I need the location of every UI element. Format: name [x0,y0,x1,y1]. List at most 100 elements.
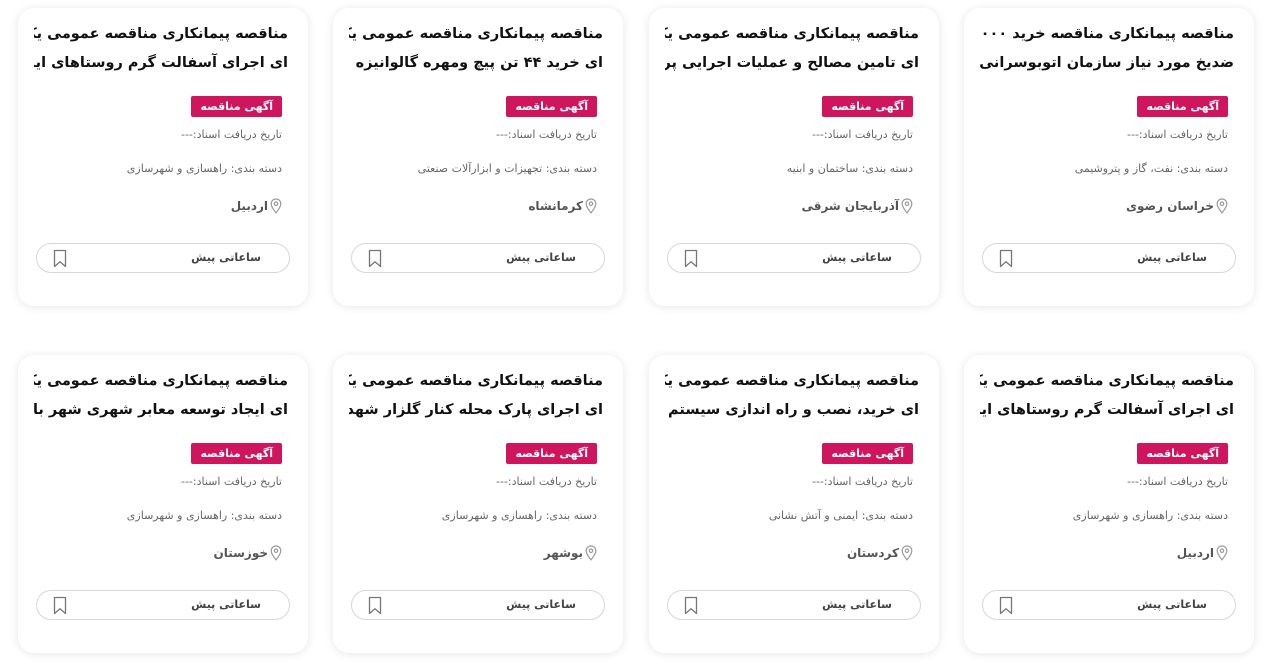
posted-time: ساعاتی پیش [1137,251,1207,264]
tender-type-badge: آگهی مناقصه [822,443,913,464]
card-title-line-2: ای اجرای پارک محله کنار گلزار شهدا طبق [349,402,603,418]
card-title-line-2: ضدیخ مورد نیاز سازمان اتوبوسرانی [980,55,1234,71]
card-title-line-1: مناقصه پیمانکاری مناقصه عمومی یک مرحله [665,26,919,42]
tender-type-badge: آگهی مناقصه [506,96,597,117]
card-footer: ساعاتی پیش [351,243,605,273]
bookmark-icon[interactable] [999,596,1013,615]
category-label: دسته بندی: راهسازی و شهرسازی [1072,509,1228,522]
bookmark-icon[interactable] [368,249,382,268]
bookmark-icon[interactable] [53,596,67,615]
card-title-line-1: مناقصه پیمانکاری مناقصه خرید ۱۰۰،۰۰۰ لیت… [980,26,1234,42]
tender-type-badge: آگهی مناقصه [506,443,597,464]
tender-card[interactable]: مناقصه پیمانکاری مناقصه عمومی یک مرحله ا… [18,355,308,653]
bookmark-icon[interactable] [368,596,382,615]
card-title[interactable]: مناقصه پیمانکاری مناقصه عمومی یک مرحله ا… [349,367,603,425]
category-label: دسته بندی: نفت، گاز و پتروشیمی [1074,162,1228,175]
card-title-line-2: ای خرید ۴۴ تن پیچ ومهره گالوانیزه [355,55,603,71]
location-row: آذربایجان شرقی [801,198,913,214]
tender-card[interactable]: مناقصه پیمانکاری مناقصه عمومی یک مرحله ا… [649,355,939,653]
category-label: دسته بندی: ایمنی و آتش نشانی [768,509,913,522]
category-label: دسته بندی: راهسازی و شهرسازی [126,162,282,175]
tender-card[interactable]: مناقصه پیمانکاری مناقصه خرید ۱۰۰،۰۰۰ لیت… [964,8,1254,306]
tender-type-badge: آگهی مناقصه [1137,443,1228,464]
bookmark-icon[interactable] [53,249,67,268]
tender-card-grid: مناقصه پیمانکاری مناقصه خرید ۱۰۰،۰۰۰ لیت… [0,0,1268,670]
card-footer: ساعاتی پیش [982,590,1236,620]
map-pin-icon [585,198,597,214]
posted-time: ساعاتی پیش [822,251,892,264]
card-footer: ساعاتی پیش [982,243,1236,273]
map-pin-icon [270,545,282,561]
document-date: تاریخ دریافت اسناد:--- [1126,475,1228,488]
tender-type-badge: آگهی مناقصه [822,96,913,117]
bookmark-icon[interactable] [684,249,698,268]
document-date: تاریخ دریافت اسناد:--- [180,475,282,488]
location-row: کردستان [847,545,913,561]
map-pin-icon [270,198,282,214]
location-row: خراسان رضوی [1126,198,1228,214]
card-footer: ساعاتی پیش [36,243,290,273]
document-date: تاریخ دریافت اسناد:--- [180,128,282,141]
category-label: دسته بندی: راهسازی و شهرسازی [126,509,282,522]
category-label: دسته بندی: تجهیزات و ابزارآلات صنعتی [417,162,597,175]
card-title[interactable]: مناقصه پیمانکاری مناقصه عمومی یک مرحله ا… [980,367,1234,425]
tender-card[interactable]: مناقصه پیمانکاری مناقصه عمومی یک مرحله ا… [333,8,623,306]
card-title[interactable]: مناقصه پیمانکاری مناقصه عمومی یک مرحله ا… [665,367,919,425]
location-row: اردبیل [1177,545,1228,561]
document-date: تاریخ دریافت اسناد:--- [495,475,597,488]
card-title[interactable]: مناقصه پیمانکاری مناقصه عمومی یک مرحله ا… [34,367,288,425]
map-pin-icon [901,198,913,214]
bookmark-icon[interactable] [684,596,698,615]
map-pin-icon [1216,198,1228,214]
tender-card[interactable]: مناقصه پیمانکاری مناقصه عمومی یک مرحله ا… [964,355,1254,653]
card-title[interactable]: مناقصه پیمانکاری مناقصه عمومی یک مرحله ا… [665,20,919,78]
posted-time: ساعاتی پیش [191,251,261,264]
map-pin-icon [1216,545,1228,561]
card-title-line-2: ای ایجاد توسعه معابر شهری شهر باوج [34,402,288,418]
card-title-line-1: مناقصه پیمانکاری مناقصه عمومی یک مرحله [665,373,919,389]
card-title-line-1: مناقصه پیمانکاری مناقصه عمومی یک مرحله [34,373,288,389]
category-label: دسته بندی: ساختمان و ابنیه [786,162,913,175]
tender-type-badge: آگهی مناقصه [191,96,282,117]
tender-card[interactable]: مناقصه پیمانکاری مناقصه عمومی یک مرحله ا… [333,355,623,653]
card-title-line-2: ای خرید، نصب و راه اندازی سیستم دوربین [665,402,919,418]
card-title-line-2: ای اجرای آسفالت گرم روستاهای ایناللو - [980,402,1234,418]
document-date: تاریخ دریافت اسناد:--- [811,128,913,141]
location-name: خراسان رضوی [1126,199,1214,213]
tender-card[interactable]: مناقصه پیمانکاری مناقصه عمومی یک مرحله ا… [18,8,308,306]
category-label: دسته بندی: راهسازی و شهرسازی [441,509,597,522]
location-name: خوزستان [213,546,268,560]
posted-time: ساعاتی پیش [1137,598,1207,611]
location-row: بوشهر [544,545,597,561]
map-pin-icon [585,545,597,561]
location-row: کرمانشاه [528,198,597,214]
posted-time: ساعاتی پیش [506,251,576,264]
card-title-line-1: مناقصه پیمانکاری مناقصه عمومی یک مرحله [349,373,603,389]
card-title-line-1: مناقصه پیمانکاری مناقصه عمومی یک مرحله [34,26,288,42]
posted-time: ساعاتی پیش [506,598,576,611]
card-title-line-1: مناقصه پیمانکاری مناقصه عمومی یک مرحله [980,373,1234,389]
tender-type-badge: آگهی مناقصه [1137,96,1228,117]
posted-time: ساعاتی پیش [822,598,892,611]
card-title[interactable]: مناقصه پیمانکاری مناقصه عمومی یک مرحله ا… [34,20,288,78]
card-title[interactable]: مناقصه پیمانکاری مناقصه خرید ۱۰۰،۰۰۰ لیت… [980,20,1234,78]
card-title-line-1: مناقصه پیمانکاری مناقصه عمومی یک مرحله [349,26,603,42]
card-title-line-2: ای اجرای آسفالت گرم روستاهای اینچه - [34,55,288,71]
location-name: اردبیل [1176,546,1214,560]
location-row: اردبیل [231,198,282,214]
card-footer: ساعاتی پیش [351,590,605,620]
location-name: کرمانشاه [528,199,583,213]
card-footer: ساعاتی پیش [667,243,921,273]
tender-card[interactable]: مناقصه پیمانکاری مناقصه عمومی یک مرحله ا… [649,8,939,306]
card-title[interactable]: مناقصه پیمانکاری مناقصه عمومی یک مرحله ا… [349,20,603,78]
location-name: کردستان [846,546,899,560]
bookmark-icon[interactable] [999,249,1013,268]
document-date: تاریخ دریافت اسناد:--- [811,475,913,488]
tender-type-badge: آگهی مناقصه [191,443,282,464]
card-title-line-2: ای تامین مصالح و عملیات اجرایی پروژه [665,55,919,71]
location-row: خوزستان [213,545,282,561]
location-name: بوشهر [543,546,583,560]
card-footer: ساعاتی پیش [667,590,921,620]
location-name: آذربایجان شرقی [801,199,899,213]
card-footer: ساعاتی پیش [36,590,290,620]
